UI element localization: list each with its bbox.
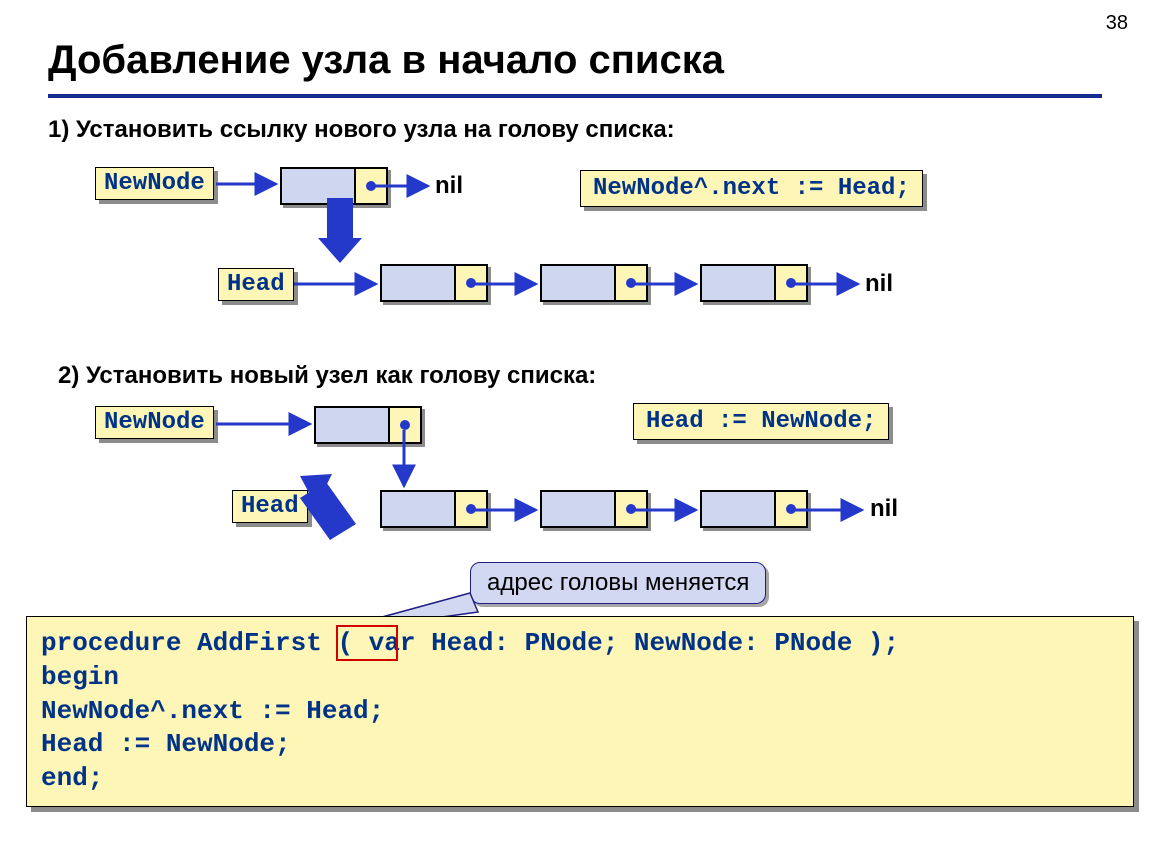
proc-line3: NewNode^.next := Head;	[41, 695, 1119, 729]
label-newnode-1: NewNode	[95, 167, 214, 200]
node-h1-3	[700, 264, 808, 302]
nil-1b: nil	[865, 270, 893, 298]
callout-head-changes: адрес головы меняется	[470, 562, 766, 604]
node-h1-2	[540, 264, 648, 302]
page-number: 38	[1106, 12, 1128, 35]
node-h1-1	[380, 264, 488, 302]
code-step2: Head := NewNode;	[633, 403, 889, 440]
proc-line4: Head := NewNode;	[41, 728, 1119, 762]
title-rule	[48, 94, 1102, 98]
node-h2-1	[380, 490, 488, 528]
proc-line1: procedure AddFirst ( var Head: PNode; Ne…	[41, 627, 1119, 661]
label-head-1: Head	[218, 268, 294, 301]
procedure-code: procedure AddFirst ( var Head: PNode; Ne…	[26, 616, 1134, 807]
label-head-2: Head	[232, 490, 308, 523]
nil-2: nil	[870, 495, 898, 523]
proc-line2: begin	[41, 661, 1119, 695]
node-new-2	[314, 406, 422, 444]
step2-heading: 2) Установить новый узел как голову спис…	[58, 362, 596, 390]
step1-heading: 1) Установить ссылку нового узла на голо…	[48, 116, 675, 144]
page-title: Добавление узла в начало списка	[48, 38, 724, 83]
node-h2-3	[700, 490, 808, 528]
var-highlight	[336, 625, 398, 661]
proc-line5: end;	[41, 762, 1119, 796]
node-new-1	[280, 167, 388, 205]
label-newnode-2: NewNode	[95, 406, 214, 439]
code-step1: NewNode^.next := Head;	[580, 170, 923, 207]
nil-1a: nil	[435, 172, 463, 200]
node-h2-2	[540, 490, 648, 528]
